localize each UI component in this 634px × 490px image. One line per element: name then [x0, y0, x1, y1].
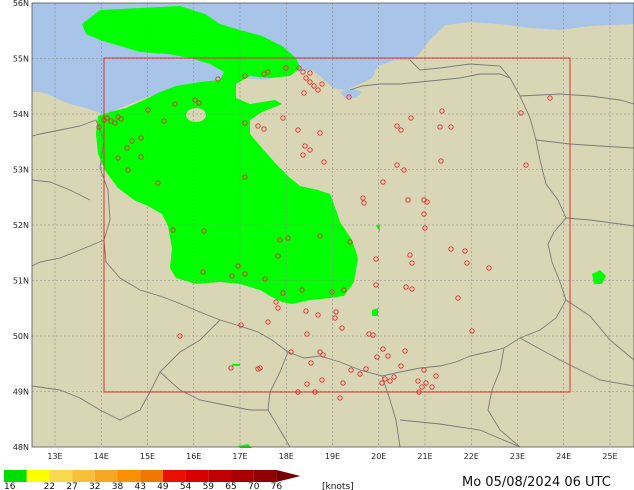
legend-label: 22	[44, 482, 55, 490]
legend-swatch	[185, 470, 209, 482]
legend-swatch	[208, 470, 231, 482]
latitude-labels: 56N 55N 54N 53N 52N 51N 50N 49N 48N	[13, 0, 29, 452]
legend-label: 65	[225, 482, 236, 490]
legend-swatch	[231, 470, 254, 482]
legend-swatch	[276, 470, 301, 482]
legend-swatch	[4, 470, 27, 482]
legend-label: 32	[89, 482, 100, 490]
longitude-label: 25E	[602, 452, 617, 461]
legend-unit: [knots]	[322, 482, 354, 490]
latitude-label: 51N	[13, 277, 29, 286]
latitude-label: 56N	[13, 0, 29, 8]
legend-label: 59	[203, 482, 215, 490]
legend-swatch	[49, 470, 73, 482]
legend-swatch	[253, 470, 277, 482]
legend-swatch	[117, 470, 141, 482]
longitude-label: 16E	[186, 452, 201, 461]
longitude-label: 23E	[510, 452, 525, 461]
longitude-label: 14E	[94, 452, 109, 461]
latitude-label: 52N	[13, 221, 29, 230]
longitude-label: 24E	[556, 452, 571, 461]
longitude-label: 15E	[140, 452, 155, 461]
legend-swatch	[26, 470, 50, 482]
legend-label: 70	[248, 482, 260, 490]
longitude-label: 19E	[325, 452, 340, 461]
longitude-label: 22E	[464, 452, 479, 461]
legend-label: 38	[112, 482, 124, 490]
wind-speed-legend: 16 22 27 32 38 43 49 54 59 65 70 76 [knots]	[4, 470, 354, 490]
wind-gap	[186, 108, 206, 122]
latitude-label: 54N	[13, 110, 29, 119]
timestamp: Mo 05/08/2024 06 UTC	[462, 475, 611, 490]
longitude-labels: 13E 14E 15E 16E 17E 18E 19E 20E 21E 22E 23E 24E 25E	[47, 452, 617, 461]
legend-swatch	[94, 470, 118, 482]
longitude-label: 18E	[279, 452, 294, 461]
wind-map: 56N 55N 54N 53N 52N 51N 50N 49N 48N 13E 14E 15E 16E…	[4, 0, 634, 490]
wind-patch-small	[232, 364, 240, 366]
legend-label: 27	[66, 482, 77, 490]
latitude-label: 50N	[13, 332, 29, 341]
legend-swatch	[140, 470, 163, 482]
latitude-label: 49N	[13, 388, 29, 397]
latitude-label: 53N	[13, 166, 29, 175]
legend-swatch	[72, 470, 95, 482]
legend-swatch	[162, 470, 186, 482]
latitude-label: 48N	[13, 443, 29, 452]
legend-label: 43	[134, 482, 145, 490]
longitude-label: 13E	[47, 452, 62, 461]
longitude-label: 17E	[232, 452, 247, 461]
longitude-label: 20E	[371, 452, 386, 461]
longitude-label: 21E	[417, 452, 432, 461]
latitude-label: 55N	[13, 55, 29, 64]
legend-label: 49	[157, 482, 169, 490]
legend-label: 54	[180, 482, 192, 490]
legend-label: 16	[4, 482, 16, 490]
legend-label: 76	[271, 482, 283, 490]
